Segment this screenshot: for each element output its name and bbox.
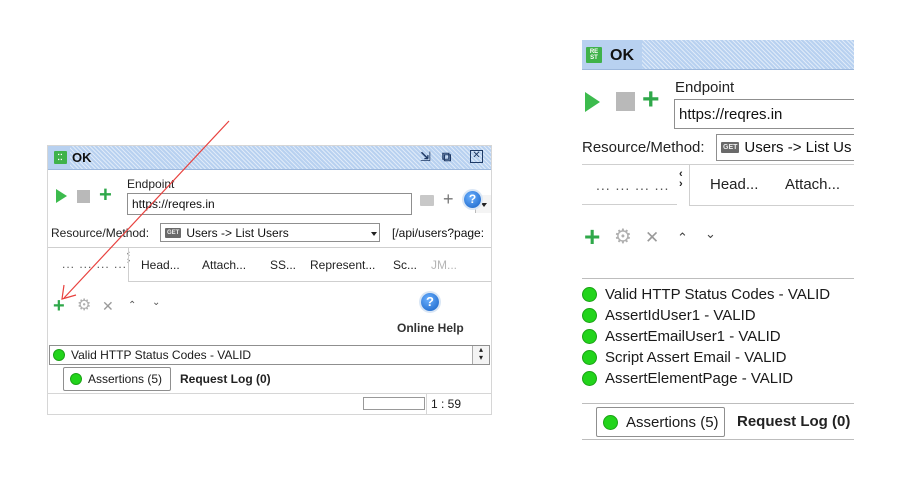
help-icon[interactable]: ? [464, 191, 481, 208]
resource-method-select[interactable]: GET Users -> List Users [160, 223, 380, 242]
gear-icon[interactable]: ⚙ [614, 227, 632, 247]
add-step-icon[interactable]: + [642, 85, 660, 115]
valid-status-icon [70, 373, 82, 385]
play-icon[interactable] [585, 92, 600, 112]
resource-method-label: Resource/Method: [51, 226, 150, 240]
restore-icon[interactable]: ⇲ [420, 150, 431, 163]
move-up-icon[interactable]: ⌃ [677, 231, 688, 244]
tab-headers[interactable]: Head... [141, 258, 180, 272]
soapui-request-panel-small: ▪▪ ▪▪ OK ⇲ ⧉ ✕ + Endpoint https://reqres… [47, 145, 492, 415]
add-assertion-button[interactable]: + [53, 296, 65, 316]
assertions-tab-label: Assertions (5) [626, 413, 719, 431]
close-icon[interactable]: ✕ [470, 150, 483, 163]
add-step-icon[interactable]: + [99, 184, 112, 206]
status-bar: 1 : 59 [48, 393, 491, 414]
endpoint-label: Endpoint [675, 79, 735, 96]
valid-status-icon [53, 349, 65, 361]
resource-method-label: Resource/Method: [582, 139, 705, 156]
delete-icon[interactable]: ✕ [645, 229, 659, 246]
assertion-item[interactable]: Script Assert Email - VALID [582, 347, 830, 368]
move-down-icon[interactable]: ⌄ [705, 227, 716, 240]
endpoint-value: https://reqres.in [679, 105, 783, 123]
list-scrollbar[interactable]: ▴ ▾ [472, 346, 489, 364]
online-help-icon[interactable]: ? [421, 293, 439, 311]
get-method-icon: GET [165, 227, 182, 238]
request-log-tab[interactable]: Request Log (0) [737, 413, 850, 430]
tab-headers[interactable]: Head... [710, 176, 758, 193]
request-tabs: ... ... ... ... ‹ › Head... Attach... [582, 164, 854, 206]
resource-method-value: Users -> List Us [744, 139, 852, 156]
valid-status-icon [582, 287, 597, 302]
play-icon[interactable] [56, 189, 67, 203]
assertion-label: AssertIdUser1 - VALID [605, 307, 756, 324]
title-bar: RE ST OK [582, 40, 854, 70]
assertion-list[interactable]: Valid HTTP Status Codes - VALID ▴ ▾ [49, 345, 490, 365]
endpoint-input[interactable]: https://reqres.in [127, 193, 491, 215]
endpoint-label: Endpoint [127, 177, 175, 191]
stop-icon[interactable] [616, 92, 635, 111]
resource-method-dropdown[interactable] [367, 224, 381, 241]
tab-jms: JM... [431, 258, 457, 272]
tab-attachments[interactable]: Attach... [785, 176, 840, 193]
valid-status-icon [582, 350, 597, 365]
assertion-label: Valid HTTP Status Codes - VALID [605, 286, 831, 303]
progress-box [363, 397, 425, 410]
assertion-item[interactable]: Valid HTTP Status Codes - VALID [582, 284, 830, 305]
assertion-label: AssertEmailUser1 - VALID [605, 328, 781, 345]
rest-icon: RE ST [586, 47, 602, 63]
add-assertion-button[interactable]: + [584, 223, 600, 251]
delete-icon[interactable]: ✕ [102, 299, 114, 313]
rest-icon: ▪▪ ▪▪ [54, 151, 67, 164]
add-endpoint-icon[interactable]: + [443, 190, 454, 208]
resource-method-value: Users -> List Users [186, 225, 289, 240]
assertions-tab[interactable]: Assertions (5) [63, 367, 171, 391]
tabs-overflow[interactable]: ... ... ... ... [62, 257, 127, 271]
disabled-tool-icon [420, 195, 434, 206]
tab-representations[interactable]: Represent... [310, 258, 375, 272]
assertions-tab-label: Assertions (5) [88, 372, 163, 386]
move-down-icon[interactable]: ⌄ [152, 298, 160, 308]
assertion-item[interactable]: AssertEmailUser1 - VALID [582, 326, 830, 347]
tab-attachments[interactable]: Attach... [202, 258, 246, 272]
panel-title: OK [72, 150, 92, 165]
soapui-request-panel-zoomed: RE ST OK + Endpoint https://reqres.in Re… [582, 40, 854, 440]
maximize-icon[interactable]: ⧉ [442, 150, 451, 163]
request-tabs: ... ... ... ... ‹ › Head... Attach... SS.… [48, 247, 491, 282]
tabs-overflow[interactable]: ... ... ... ... [596, 177, 669, 193]
get-method-icon: GET [721, 142, 740, 153]
endpoint-input[interactable]: https://reqres.in [674, 99, 854, 129]
stop-icon[interactable] [77, 190, 90, 203]
api-path: [/api/users?page: [392, 226, 485, 240]
endpoint-value: https://reqres.in [132, 197, 215, 211]
valid-status-icon [582, 308, 597, 323]
tab-script[interactable]: Sc... [393, 258, 417, 272]
assertion-label: Script Assert Email - VALID [605, 349, 787, 366]
request-log-tab[interactable]: Request Log (0) [180, 372, 271, 386]
valid-status-icon [603, 414, 618, 430]
tab-ssl[interactable]: SS... [270, 258, 296, 272]
assertion-label: AssertElementPage - VALID [605, 370, 794, 387]
cursor-position: 1 : 59 [431, 397, 462, 411]
resource-method-select[interactable]: GET Users -> List Us [716, 134, 854, 161]
tab-scroll-arrows[interactable]: ‹ › [679, 169, 683, 190]
assertion-item[interactable]: Valid HTTP Status Codes - VALID [71, 348, 251, 362]
valid-status-icon [582, 329, 597, 344]
valid-status-icon [582, 371, 597, 386]
assertion-item[interactable]: AssertElementPage - VALID [582, 368, 830, 389]
assertion-item[interactable]: AssertIdUser1 - VALID [582, 305, 830, 326]
assertions-tab[interactable]: Assertions (5) [596, 407, 725, 437]
assertion-list: Valid HTTP Status Codes - VALID AssertId… [582, 284, 830, 389]
gear-icon[interactable]: ⚙ [77, 298, 91, 314]
title-bar: ▪▪ ▪▪ OK ⇲ ⧉ ✕ [48, 146, 491, 170]
online-help-label[interactable]: Online Help [397, 321, 464, 335]
panel-title: OK [610, 47, 634, 64]
move-up-icon[interactable]: ⌃ [128, 301, 136, 311]
